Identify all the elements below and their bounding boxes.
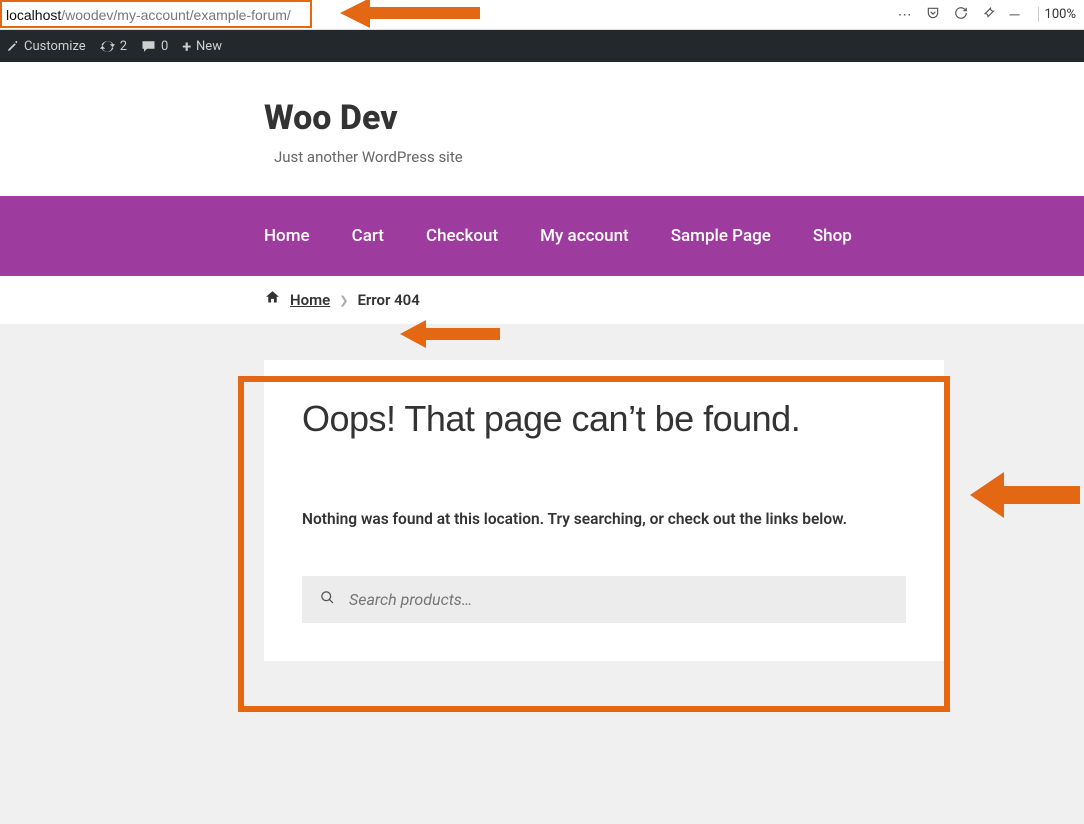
url-path: /woodev/my-account/example-forum/: [61, 7, 291, 23]
zoom-out-icon[interactable]: ─: [1010, 6, 1020, 23]
wp-admin-bar: Customize 2 0 + New: [0, 30, 1084, 62]
browser-toolbar: localhost/woodev/my-account/example-foru…: [0, 0, 1084, 30]
updates-link[interactable]: 2: [100, 39, 127, 54]
more-icon[interactable]: ⋯: [898, 7, 912, 23]
breadcrumb: Home ❯ Error 404: [0, 276, 1084, 324]
reload-icon[interactable]: [954, 6, 968, 24]
customize-link[interactable]: Customize: [6, 39, 86, 54]
search-icon: [320, 590, 335, 609]
product-search: [302, 576, 906, 623]
browser-actions: ⋯ ─ 100%: [890, 6, 1084, 24]
dev-tools-icon[interactable]: [982, 6, 996, 24]
content-area: Oops! That page can’t be found. Nothing …: [0, 324, 1084, 824]
site-header: Woo Dev Just another WordPress site: [0, 62, 1084, 196]
plus-icon: +: [182, 37, 191, 56]
home-icon[interactable]: [264, 289, 281, 311]
page-title: Oops! That page can’t be found.: [302, 398, 906, 440]
nav-cart[interactable]: Cart: [352, 226, 384, 246]
nav-shop[interactable]: Shop: [813, 226, 852, 246]
zoom-level[interactable]: 100%: [1038, 7, 1076, 22]
site-title[interactable]: Woo Dev: [264, 98, 1084, 138]
customize-label: Customize: [24, 39, 86, 54]
primary-nav: Home Cart Checkout My account Sample Pag…: [0, 196, 1084, 276]
breadcrumb-current: Error 404: [357, 291, 419, 309]
breadcrumb-home[interactable]: Home: [290, 291, 330, 309]
nav-home[interactable]: Home: [264, 226, 310, 246]
site-tagline: Just another WordPress site: [274, 148, 1084, 166]
comments-link[interactable]: 0: [141, 39, 168, 54]
nav-my-account[interactable]: My account: [540, 226, 629, 246]
error-card: Oops! That page can’t be found. Nothing …: [264, 360, 944, 661]
new-link[interactable]: + New: [182, 37, 222, 56]
nav-checkout[interactable]: Checkout: [426, 226, 498, 246]
nav-sample-page[interactable]: Sample Page: [671, 226, 771, 246]
url-host: localhost: [6, 7, 61, 23]
comments-count: 0: [161, 39, 168, 54]
breadcrumb-separator-icon: ❯: [339, 294, 348, 307]
address-bar[interactable]: localhost/woodev/my-account/example-foru…: [0, 7, 890, 23]
search-input[interactable]: [349, 590, 888, 609]
pocket-icon[interactable]: [926, 6, 940, 24]
updates-count: 2: [120, 39, 127, 54]
new-label: New: [196, 39, 222, 54]
not-found-message: Nothing was found at this location. Try …: [302, 510, 906, 528]
